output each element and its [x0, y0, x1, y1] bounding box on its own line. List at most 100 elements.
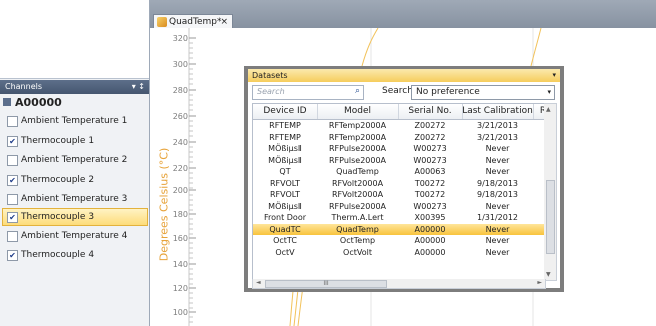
datasets-title-bar[interactable]: Datasets ▾ [248, 69, 560, 82]
scroll-thumb[interactable] [546, 180, 555, 254]
cell-model: OctVolt [343, 247, 372, 257]
channels-title: Channels [5, 82, 43, 91]
cell-device-id: MÖßiµsⅡ [268, 144, 302, 153]
channel-item-ambient-1[interactable]: Ambient Temperature 1 [3, 113, 147, 129]
cell-last-calibration: Never [485, 236, 510, 245]
checkbox[interactable]: ✔ [7, 175, 18, 186]
cell-last-calibration: 3/21/2013 [476, 121, 519, 130]
vertical-scrollbar[interactable]: ▲ ▼ [544, 103, 557, 281]
table-row[interactable]: OctTC OctTemp A00000 Never [253, 235, 545, 247]
column-header-model[interactable]: Model [317, 104, 399, 119]
channel-item-thermocouple-4[interactable]: ✔ Thermocouple 4 [3, 247, 147, 263]
datasets-title: Datasets [252, 71, 288, 80]
y-tick-marks [189, 37, 196, 323]
checkbox[interactable]: ✔ [7, 136, 18, 147]
datasets-dialog: Datasets ▾ Search ⌕ Search by: No prefer… [244, 66, 564, 292]
channel-item-thermocouple-3[interactable]: ✔ Thermocouple 3 [2, 208, 148, 226]
channels-panel: Channels ▾ ↕ A00000 Ambient Temperature … [0, 0, 150, 326]
cell-device-id: RFVOLT [269, 178, 301, 188]
cell-model: RFPulse2000A [328, 201, 387, 211]
channel-label: Ambient Temperature 1 [21, 116, 128, 126]
cell-model: RFTemp2000A [328, 121, 387, 130]
cell-model: RFTemp2000A [328, 132, 387, 142]
cell-serial: X00395 [414, 213, 446, 222]
cell-device-id: RFTEMP [269, 121, 301, 130]
table-row[interactable]: OctV OctVolt A00000 Never [253, 247, 545, 259]
table-row[interactable]: Front Door Therm.A.Lert X00395 1/31/2012 [253, 212, 545, 224]
checkbox[interactable]: ✔ [7, 250, 18, 261]
search-icon[interactable]: ⌕ [355, 86, 360, 96]
table-row[interactable]: RFTEMP RFTemp2000A Z00272 3/21/2013 [253, 132, 545, 144]
scroll-thumb-h[interactable]: III [265, 280, 387, 288]
scroll-left-icon[interactable]: ◄ [256, 279, 261, 286]
table-row[interactable]: QT QuadTemp A00063 Never [253, 166, 545, 178]
cell-model: RFPulse2000A [328, 144, 387, 153]
channel-item-ambient-3[interactable]: Ambient Temperature 3 [3, 191, 147, 207]
channel-item-thermocouple-2[interactable]: ✔ Thermocouple 2 [3, 172, 147, 188]
cell-serial: A00000 [414, 247, 446, 257]
cell-last-calibration: 9/18/2013 [476, 178, 519, 188]
channel-item-ambient-2[interactable]: Ambient Temperature 2 [3, 152, 147, 168]
channel-label: Ambient Temperature 2 [21, 155, 128, 165]
datasets-table: Device ID Model Serial No. Last Calibrat… [252, 103, 546, 281]
column-header-serial[interactable]: Serial No. [398, 104, 463, 119]
panel-blank-area [0, 0, 149, 79]
tab-quadtemp[interactable]: QuadTemp* × [153, 14, 233, 29]
cell-last-calibration: Never [485, 167, 510, 176]
channel-label: Thermocouple 4 [21, 250, 95, 260]
temperature-curve [361, 28, 379, 67]
checkbox[interactable]: ✔ [7, 212, 18, 223]
y-tick-label: 220 [172, 164, 188, 173]
cell-last-calibration: Never [485, 155, 510, 165]
table-row[interactable]: MÖßiµsⅡ RFPulse2000A W00273 Never [253, 201, 545, 213]
table-row[interactable]: MÖßiµsⅡ RFPulse2000A W00273 Never [253, 143, 545, 155]
table-row[interactable]: RFVOLT RFVolt2000A T00272 9/18/2013 [253, 178, 545, 190]
device-icon [3, 98, 11, 106]
channel-label: Ambient Temperature 4 [21, 231, 128, 241]
cell-last-calibration: Never [485, 224, 510, 234]
channel-item-ambient-4[interactable]: Ambient Temperature 4 [3, 228, 147, 244]
cell-serial: Z00272 [414, 121, 446, 130]
checkbox[interactable] [7, 231, 18, 242]
checkbox[interactable] [7, 116, 18, 127]
y-tick-label: 160 [172, 234, 188, 243]
cell-device-id: RFTEMP [269, 132, 301, 142]
scroll-right-icon[interactable]: ► [537, 279, 542, 286]
table-row[interactable]: RFVOLT RFVolt2000A T00272 9/18/2013 [253, 189, 545, 201]
cell-serial: T00272 [414, 178, 446, 188]
channels-header: Channels ▾ ↕ [0, 80, 149, 94]
column-header-device-id[interactable]: Device ID [253, 104, 318, 119]
channel-root-node[interactable]: A00000 [3, 96, 62, 110]
table-row[interactable]: MÖßiµsⅡ RFPulse2000A W00273 Never [253, 155, 545, 167]
tab-label: QuadTemp* [169, 17, 222, 27]
cell-last-calibration: Never [485, 144, 510, 153]
cell-device-id: Front Door [263, 213, 306, 222]
y-tick-label: 240 [172, 138, 188, 147]
y-tick-label: 140 [172, 260, 188, 269]
table-row[interactable]: RFTEMP RFTemp2000A Z00272 3/21/2013 [253, 120, 545, 132]
close-icon[interactable]: × [220, 15, 228, 29]
scroll-up-icon[interactable]: ▲ [546, 106, 551, 113]
document-tabstrip: QuadTemp* × [150, 0, 656, 29]
y-tick-label: 260 [172, 112, 188, 121]
cell-device-id: RFVOLT [269, 190, 301, 199]
column-header-last-calibration[interactable]: Last Calibration [462, 104, 534, 119]
panel-menu-icon[interactable]: ▾ [552, 69, 556, 82]
horizontal-scrollbar[interactable]: ◄ III ► [252, 279, 546, 289]
search-input[interactable]: Search ⌕ [252, 85, 364, 100]
channel-root-label: A00000 [15, 96, 62, 109]
channel-item-thermocouple-1[interactable]: ✔ Thermocouple 1 [3, 133, 147, 149]
search-by-dropdown[interactable]: No preference ▾ [411, 85, 555, 100]
checkbox[interactable] [7, 155, 18, 166]
cell-device-id: OctV [275, 247, 295, 257]
table-row-selected[interactable]: QuadTC QuadTemp A00000 Never [253, 223, 545, 235]
y-tick-label: 200 [172, 186, 188, 195]
scroll-down-icon[interactable]: ▼ [546, 271, 551, 278]
table-body: RFTEMP RFTemp2000A Z00272 3/21/2013 RFTE… [253, 120, 545, 259]
pin-icon[interactable]: ▾ ↕ [132, 80, 145, 94]
checkbox[interactable] [7, 194, 18, 205]
cell-device-id: OctTC [273, 236, 297, 245]
channel-label: Ambient Temperature 3 [21, 194, 128, 204]
cell-serial: A00000 [414, 236, 446, 245]
y-tick-label: 280 [172, 86, 188, 95]
